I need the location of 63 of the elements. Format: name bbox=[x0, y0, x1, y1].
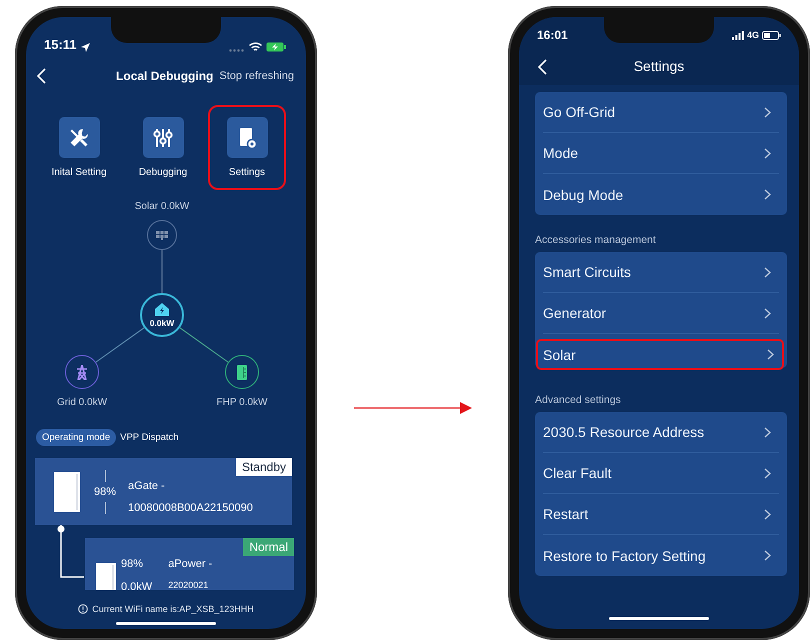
device-serial: 22020021 bbox=[168, 580, 210, 590]
location-icon bbox=[80, 43, 90, 52]
pylon-icon bbox=[76, 364, 88, 380]
chevron-icon bbox=[764, 148, 771, 158]
house-icon bbox=[155, 302, 169, 316]
settings-row[interactable]: Generator bbox=[543, 293, 779, 334]
device-name: aGate - bbox=[128, 480, 166, 492]
fhp-label: FHP 0.0kW bbox=[216, 397, 268, 408]
solar-panel-icon bbox=[156, 230, 168, 240]
settings-row[interactable]: Mode bbox=[543, 133, 779, 174]
back-icon[interactable] bbox=[537, 59, 547, 75]
chevron-icon bbox=[764, 266, 771, 278]
battery-icon bbox=[762, 30, 781, 40]
chevron-icon bbox=[764, 468, 771, 478]
shortcut-button[interactable]: Inital Setting bbox=[40, 105, 118, 190]
settings-row[interactable]: Debug Mode bbox=[543, 174, 779, 215]
battery-icon bbox=[266, 42, 286, 52]
status-time: 15:11 bbox=[44, 37, 77, 52]
connector-line bbox=[57, 525, 85, 581]
settings-row[interactable]: Smart Circuits bbox=[543, 252, 779, 293]
shortcut-button[interactable]: Settings bbox=[208, 105, 286, 190]
settings-row[interactable]: Restart bbox=[543, 494, 779, 535]
section-header: Advanced settings bbox=[534, 393, 622, 408]
chevron-icon bbox=[764, 189, 771, 200]
wifi-notice: Current WiFi name is:AP_XSB_123HHH bbox=[92, 604, 254, 614]
stop-refreshing-link[interactable]: Stop refreshing bbox=[219, 70, 294, 82]
screen-title: Local Debugging bbox=[116, 69, 214, 83]
battery-percent: 98% bbox=[121, 558, 144, 570]
chevron-icon bbox=[764, 550, 771, 561]
mode-chip: Operating mode bbox=[36, 428, 116, 446]
back-icon[interactable] bbox=[36, 68, 46, 84]
grid-label: Grid 0.0kW bbox=[57, 397, 107, 408]
device-serial: 10080008B00A22150090 bbox=[128, 502, 253, 514]
settings-row[interactable]: Restore to Factory Setting bbox=[543, 535, 779, 576]
info-icon bbox=[78, 604, 88, 614]
battery-power: 0.0kW bbox=[121, 581, 152, 590]
chevron-icon bbox=[767, 349, 774, 360]
signal-icon bbox=[732, 30, 744, 40]
battery-unit-icon bbox=[237, 364, 247, 380]
network-type: 4G bbox=[746, 30, 759, 40]
solar-label: Solar 0.0kW bbox=[134, 201, 190, 212]
chevron-icon bbox=[764, 508, 771, 520]
status-tag: Normal bbox=[243, 538, 294, 556]
screen-title: Settings bbox=[634, 58, 684, 74]
shortcut-button[interactable]: Debugging bbox=[124, 105, 202, 190]
status-tag: Standby bbox=[236, 458, 292, 476]
signal-dots-icon bbox=[229, 49, 245, 52]
home-power: 0.0kW bbox=[150, 318, 174, 328]
chevron-icon bbox=[764, 106, 771, 118]
chevron-icon bbox=[764, 426, 771, 438]
device-icon bbox=[96, 563, 116, 590]
battery-percent: 98% bbox=[94, 486, 116, 498]
device-icon bbox=[54, 472, 80, 512]
settings-row[interactable]: Clear Fault bbox=[543, 453, 779, 494]
chevron-icon bbox=[764, 308, 771, 318]
settings-row[interactable]: Solar bbox=[538, 341, 782, 368]
settings-row[interactable]: 2030.5 Resource Address bbox=[543, 412, 779, 453]
status-time: 16:01 bbox=[537, 28, 568, 42]
settings-row[interactable]: Go Off-Grid bbox=[543, 92, 779, 133]
device-name: aPower - bbox=[168, 558, 212, 570]
mode-value: VPP Dispatch bbox=[120, 432, 179, 442]
wifi-icon bbox=[249, 42, 262, 52]
section-header: Accessories management bbox=[534, 233, 657, 248]
